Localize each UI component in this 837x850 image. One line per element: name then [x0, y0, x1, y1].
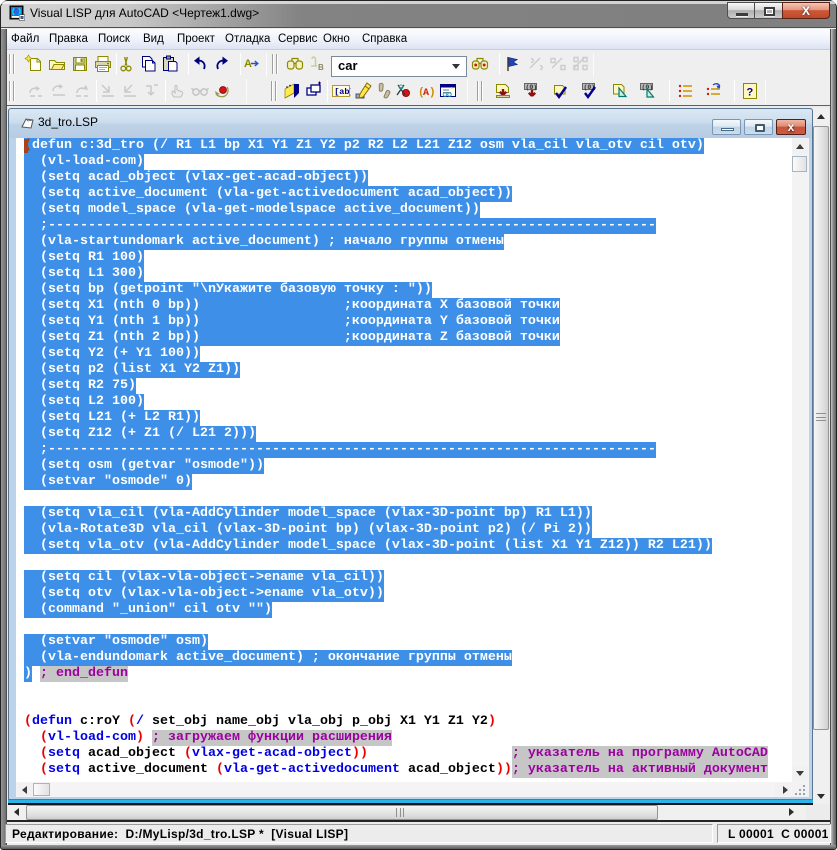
svg-text:B: B — [318, 63, 324, 72]
svg-text:A: A — [244, 58, 252, 70]
svg-text:(0): (0) — [526, 84, 538, 91]
svg-text:): ) — [429, 87, 436, 99]
svg-text:[ab]: [ab] — [334, 87, 351, 97]
svg-text:?: ? — [747, 87, 754, 99]
